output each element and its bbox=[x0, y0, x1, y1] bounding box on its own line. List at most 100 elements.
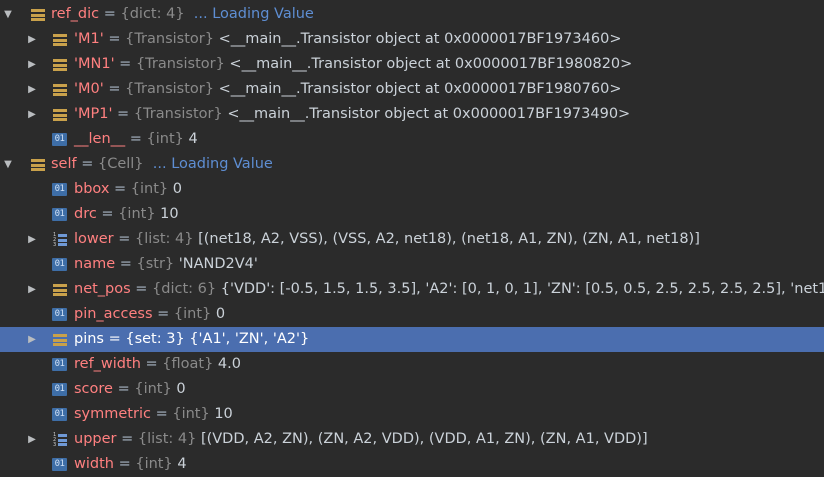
var-type: {int} bbox=[135, 456, 173, 472]
loading-value-link[interactable]: ... Loading Value bbox=[194, 6, 314, 22]
var-name: symmetric bbox=[74, 406, 151, 422]
collapsed-arrow-icon[interactable]: ▶ bbox=[26, 327, 38, 352]
list-icon: 123 bbox=[53, 433, 67, 448]
primitive-icon: 01 bbox=[52, 133, 67, 146]
collapsed-arrow-icon[interactable]: ▶ bbox=[26, 277, 38, 302]
tree-row-name[interactable]: 01 name = {str} 'NAND2V4' bbox=[0, 252, 824, 277]
tree-row-upper[interactable]: ▶ 123 upper = {list: 4} [(VDD, A2, ZN), … bbox=[0, 427, 824, 452]
var-value: <__main__.Transistor object at 0x0000017… bbox=[218, 81, 622, 97]
var-name: 'M0' bbox=[74, 81, 104, 97]
var-type: {int} bbox=[172, 406, 210, 422]
var-type: {float} bbox=[162, 356, 214, 372]
var-type: {int} bbox=[118, 206, 156, 222]
tree-row-m1[interactable]: ▶ 'M1' = {Transistor} <__main__.Transist… bbox=[0, 27, 824, 52]
var-value: {'VDD': [-0.5, 1.5, 1.5, 3.5], 'A2': [0,… bbox=[220, 281, 824, 297]
var-type: {dict: 6} bbox=[152, 281, 217, 297]
var-value: 0 bbox=[215, 306, 226, 322]
var-value: [(VDD, A2, ZN), (ZN, A2, VDD), (VDD, A1,… bbox=[200, 431, 648, 447]
var-name: net_pos bbox=[74, 281, 131, 297]
expanded-arrow-icon[interactable]: ▼ bbox=[2, 152, 14, 177]
var-type: {str} bbox=[136, 256, 175, 272]
var-value: 4 bbox=[188, 131, 198, 147]
primitive-icon: 01 bbox=[52, 383, 67, 396]
var-type: {Transistor} bbox=[125, 81, 214, 97]
collapsed-arrow-icon[interactable]: ▶ bbox=[26, 27, 38, 52]
variables-tree: ▼ ref_dic = {dict: 4} ... Loading Value … bbox=[0, 0, 824, 477]
var-value: 0 bbox=[176, 381, 186, 397]
var-type: {list: 4} bbox=[135, 231, 194, 247]
object-icon bbox=[31, 158, 45, 172]
tree-row-score[interactable]: 01 score = {int} 0 bbox=[0, 377, 824, 402]
primitive-icon: 01 bbox=[52, 458, 67, 471]
tree-row-self[interactable]: ▼ self = {Cell} ... Loading Value bbox=[0, 152, 824, 177]
tree-row-ref-dic[interactable]: ▼ ref_dic = {dict: 4} ... Loading Value bbox=[0, 2, 824, 27]
primitive-icon: 01 bbox=[52, 208, 67, 221]
var-value: 4 bbox=[177, 456, 187, 472]
var-name: 'MP1' bbox=[74, 106, 113, 122]
primitive-icon: 01 bbox=[52, 183, 67, 196]
loading-value-link[interactable]: ... Loading Value bbox=[153, 156, 273, 172]
var-name: 'M1' bbox=[74, 31, 104, 47]
var-value: <__main__.Transistor object at 0x0000017… bbox=[227, 106, 631, 122]
object-icon bbox=[53, 33, 67, 47]
var-name: width bbox=[74, 456, 114, 472]
var-type: {set: 3} bbox=[125, 331, 185, 347]
tree-row-mn1[interactable]: ▶ 'MN1' = {Transistor} <__main__.Transis… bbox=[0, 52, 824, 77]
tree-row-lower[interactable]: ▶ 123 lower = {list: 4} [(net18, A2, VSS… bbox=[0, 227, 824, 252]
var-value: 'NAND2V4' bbox=[178, 256, 258, 272]
tree-row-width[interactable]: 01 width = {int} 4 bbox=[0, 452, 824, 477]
collapsed-arrow-icon[interactable]: ▶ bbox=[26, 77, 38, 102]
tree-row-bbox[interactable]: 01 bbox = {int} 0 bbox=[0, 177, 824, 202]
set-icon bbox=[53, 333, 67, 347]
var-value: <__main__.Transistor object at 0x0000017… bbox=[218, 31, 622, 47]
tree-row-pins[interactable]: ▶ pins = {set: 3} {'A1', 'ZN', 'A2'} bbox=[0, 327, 824, 352]
var-type: {int} bbox=[134, 381, 172, 397]
var-type: {Transistor} bbox=[135, 56, 225, 72]
var-value: [(net18, A2, VSS), (VSS, A2, net18), (ne… bbox=[198, 231, 700, 247]
tree-row-m0[interactable]: ▶ 'M0' = {Transistor} <__main__.Transist… bbox=[0, 77, 824, 102]
var-value: 0 bbox=[172, 181, 182, 197]
var-value: 4.0 bbox=[217, 356, 241, 372]
var-name: pin_access bbox=[74, 306, 153, 322]
var-type: {Transistor} bbox=[133, 106, 223, 122]
collapsed-arrow-icon[interactable]: ▶ bbox=[26, 227, 38, 252]
var-type: {dict: 4} bbox=[120, 6, 185, 22]
var-value: 10 bbox=[214, 406, 233, 422]
collapsed-arrow-icon[interactable]: ▶ bbox=[26, 52, 38, 77]
var-name: bbox bbox=[74, 181, 110, 197]
primitive-icon: 01 bbox=[52, 358, 67, 371]
list-icon: 123 bbox=[53, 233, 67, 248]
primitive-icon: 01 bbox=[52, 258, 67, 271]
var-type: {Cell} bbox=[97, 156, 144, 172]
var-name: drc bbox=[74, 206, 97, 222]
var-name: self bbox=[51, 156, 77, 172]
var-name: pins bbox=[74, 331, 104, 347]
object-icon bbox=[53, 83, 67, 97]
tree-row-symmetric[interactable]: 01 symmetric = {int} 10 bbox=[0, 402, 824, 427]
object-icon bbox=[53, 58, 67, 72]
var-name: ref_dic bbox=[51, 6, 100, 22]
var-value: <__main__.Transistor object at 0x0000017… bbox=[229, 56, 633, 72]
var-name: name bbox=[74, 256, 116, 272]
var-name: 'MN1' bbox=[74, 56, 115, 72]
tree-row-mp1[interactable]: ▶ 'MP1' = {Transistor} <__main__.Transis… bbox=[0, 102, 824, 127]
tree-row-drc[interactable]: 01 drc = {int} 10 bbox=[0, 202, 824, 227]
tree-row-ref-width[interactable]: 01 ref_width = {float} 4.0 bbox=[0, 352, 824, 377]
var-type: {int} bbox=[130, 181, 169, 197]
tree-row-pin-access[interactable]: 01 pin_access = {int} 0 bbox=[0, 302, 824, 327]
primitive-icon: 01 bbox=[52, 308, 67, 321]
object-icon bbox=[53, 108, 67, 122]
var-value: {'A1', 'ZN', 'A2'} bbox=[189, 331, 310, 347]
var-type: {int} bbox=[146, 131, 184, 147]
collapsed-arrow-icon[interactable]: ▶ bbox=[26, 102, 38, 127]
var-type: {Transistor} bbox=[125, 31, 214, 47]
var-value: 10 bbox=[160, 206, 179, 222]
dict-icon bbox=[53, 283, 67, 297]
tree-row-len[interactable]: 01 __len__ = {int} 4 bbox=[0, 127, 824, 152]
collapsed-arrow-icon[interactable]: ▶ bbox=[26, 427, 38, 452]
primitive-icon: 01 bbox=[52, 408, 67, 421]
tree-row-net-pos[interactable]: ▶ net_pos = {dict: 6} {'VDD': [-0.5, 1.5… bbox=[0, 277, 824, 302]
var-name: ref_width bbox=[74, 356, 141, 372]
expanded-arrow-icon[interactable]: ▼ bbox=[2, 2, 14, 27]
var-name: score bbox=[74, 381, 113, 397]
